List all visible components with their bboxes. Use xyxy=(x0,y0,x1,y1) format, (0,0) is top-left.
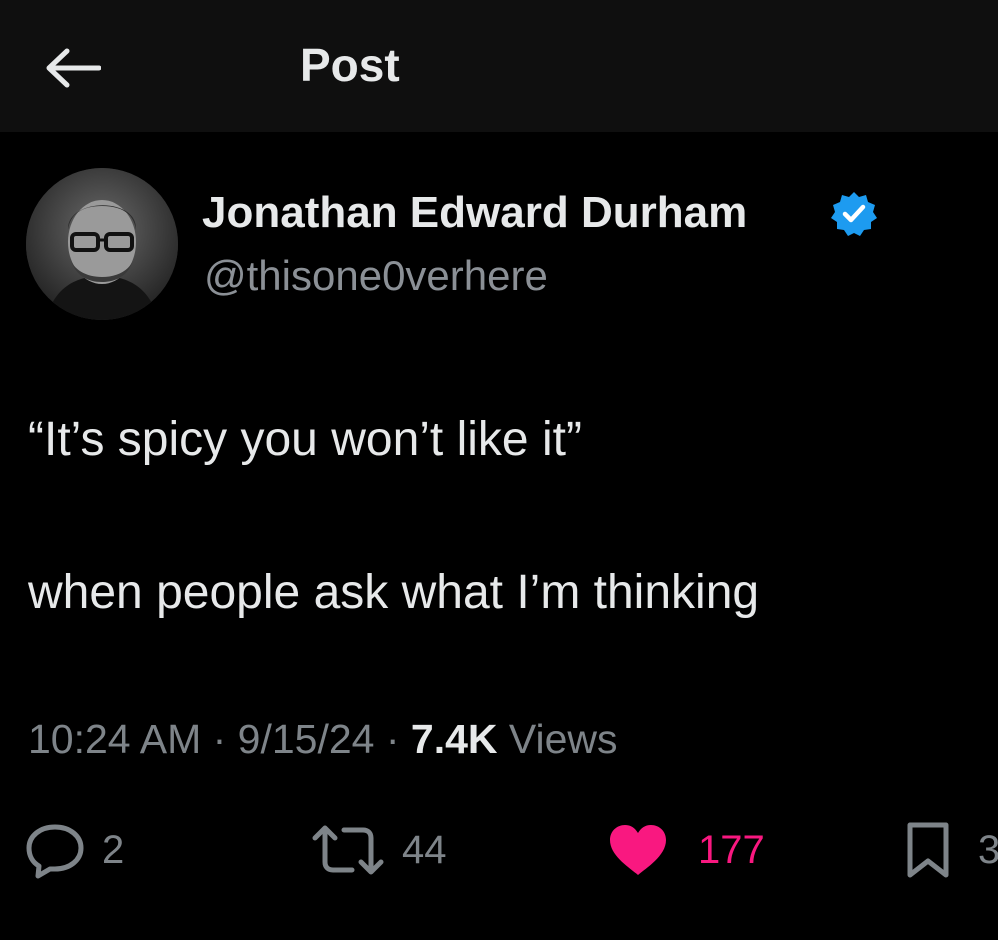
post-text-line-2: when people ask what I’m thinking xyxy=(28,566,760,619)
views-count[interactable]: 7.4K xyxy=(411,716,498,762)
reply-count: 2 xyxy=(102,827,125,872)
repost-icon xyxy=(312,825,384,875)
meta-separator: · xyxy=(201,716,238,762)
author-name[interactable]: Jonathan Edward Durham xyxy=(202,188,747,238)
heart-icon xyxy=(610,825,666,875)
views-label: Views xyxy=(497,716,618,762)
post-text-line-1: “It’s spicy you won’t like it” xyxy=(28,413,582,466)
bookmark-icon xyxy=(907,822,949,878)
post-time: 10:24 AM xyxy=(28,716,202,762)
like-button[interactable]: 177 xyxy=(608,818,765,882)
back-button[interactable] xyxy=(40,42,104,94)
avatar-image xyxy=(26,168,178,320)
like-count: 177 xyxy=(698,827,765,872)
reply-icon xyxy=(26,824,84,879)
repost-count: 44 xyxy=(402,827,447,872)
page-title: Post xyxy=(300,39,400,91)
post-date: 9/15/24 xyxy=(237,716,375,762)
bookmark-count: 3 xyxy=(978,827,998,872)
arrow-left-icon xyxy=(46,48,101,88)
bookmark-button[interactable]: 3 xyxy=(904,818,998,882)
top-bar: Post xyxy=(0,0,998,132)
author-handle[interactable]: @thisone0verhere xyxy=(204,252,548,300)
reply-button[interactable]: 2 xyxy=(24,818,124,882)
repost-button[interactable]: 44 xyxy=(310,818,447,882)
avatar[interactable] xyxy=(26,168,178,320)
post-meta: 10:24 AM · 9/15/24 · 7.4K Views xyxy=(28,716,618,763)
meta-separator: · xyxy=(374,716,411,762)
verified-badge-icon xyxy=(830,190,878,238)
